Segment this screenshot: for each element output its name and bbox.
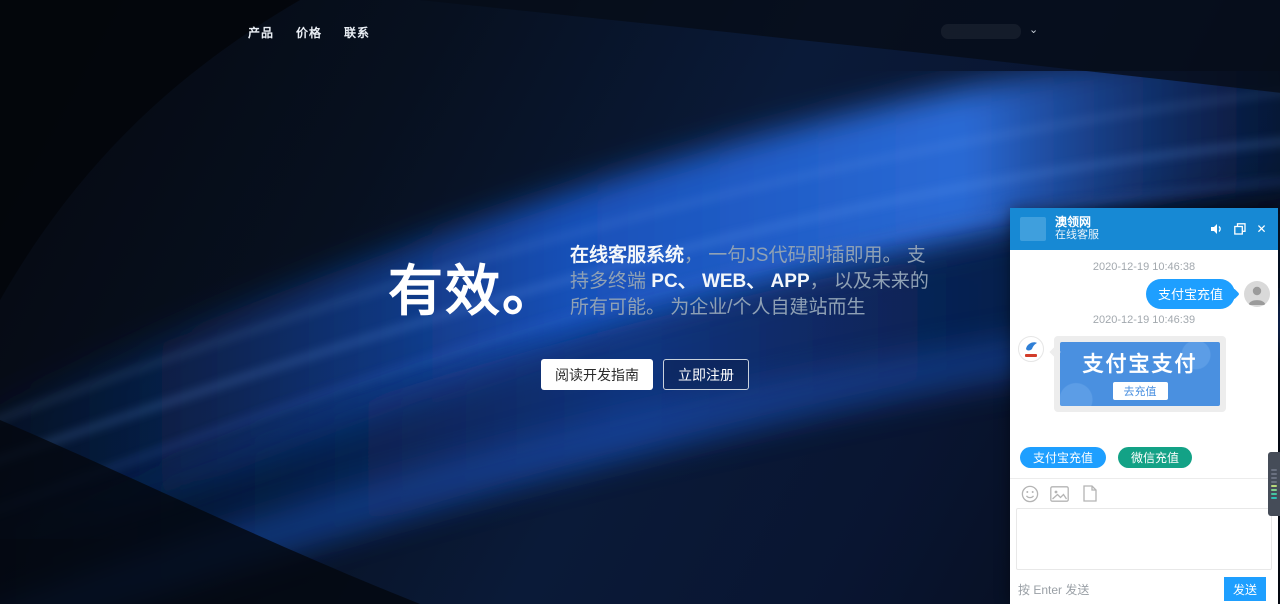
account-menu[interactable]: ⌄ — [941, 24, 1038, 39]
chat-site-name: 澳领网 — [1055, 216, 1211, 229]
chat-header: 澳领网 在线客服 ✕ — [1010, 208, 1278, 250]
hero-description: 在线客服系统， 一句JS代码即插即用。 支持多终端 PC、 WEB、 APP， … — [570, 243, 944, 321]
hero-desc-tail: 为企业/个人自建站而生 — [670, 297, 865, 318]
file-icon[interactable] — [1080, 484, 1099, 503]
chat-brand-logo — [1020, 217, 1046, 241]
nav-item-contact[interactable]: 联系 — [344, 24, 370, 41]
alipay-banner-image[interactable]: 支付宝支付 去充值 — [1060, 342, 1220, 406]
message-input[interactable] — [1016, 508, 1272, 570]
chat-message-area: 2020-12-19 10:46:38 支付宝充值 2020-12-19 10:… — [1010, 250, 1278, 478]
chat-widget: 澳领网 在线客服 ✕ 2020-12-19 10:46:38 支付宝充值 — [1010, 208, 1278, 604]
chat-subtitle: 在线客服 — [1055, 229, 1211, 242]
agent-message-row: 支付宝支付 去充值 — [1016, 336, 1272, 412]
visitor-message-bubble: 支付宝充值 — [1146, 279, 1235, 309]
alipay-banner-title: 支付宝支付 — [1083, 348, 1198, 378]
composer-footer: 按 Enter 发送 发送 — [1010, 575, 1278, 604]
image-icon[interactable] — [1050, 484, 1069, 503]
go-recharge-button[interactable]: 去充值 — [1113, 382, 1168, 400]
quick-reply-row: 支付宝充值 微信充值 — [1016, 447, 1272, 474]
close-icon[interactable]: ✕ — [1255, 223, 1268, 236]
read-dev-guide-button[interactable]: 阅读开发指南 — [541, 359, 653, 390]
payment-card-message: 支付宝支付 去充值 — [1054, 336, 1226, 412]
message-timestamp: 2020-12-19 10:46:38 — [1016, 261, 1272, 273]
brand-logo-icon — [1018, 336, 1044, 362]
landing-page: 产品 价格 联系 ⌄ 有效。 在线客服系统， 一句JS代码即插即用。 支持多终端… — [0, 0, 1280, 604]
hero-buttons: 阅读开发指南 立即注册 — [541, 359, 749, 390]
composer-input-wrap — [1010, 506, 1278, 575]
hero-desc-platforms: PC、 WEB、 APP — [651, 271, 809, 292]
brand-logo-text — [1025, 354, 1037, 357]
volume-icon[interactable] — [1211, 223, 1224, 236]
chat-window-buttons: ✕ — [1211, 223, 1268, 236]
message-timestamp: 2020-12-19 10:46:39 — [1016, 314, 1272, 326]
side-dock-tab[interactable] — [1268, 452, 1280, 516]
enter-to-send-hint: 按 Enter 发送 — [1018, 581, 1089, 598]
quick-reply-wechat-button[interactable]: 微信充值 — [1118, 447, 1192, 468]
emoji-icon[interactable] — [1020, 484, 1039, 503]
restore-window-icon[interactable] — [1233, 223, 1246, 236]
quick-reply-alipay-button[interactable]: 支付宝充值 — [1020, 447, 1106, 468]
hero-desc-lead: 在线客服系统 — [570, 245, 684, 266]
nav-item-products[interactable]: 产品 — [248, 24, 274, 41]
chevron-down-icon: ⌄ — [1029, 25, 1038, 35]
composer-toolbar — [1010, 478, 1278, 506]
visitor-message-row: 支付宝充值 — [1016, 279, 1272, 309]
chat-titles: 澳领网 在线客服 — [1055, 216, 1211, 242]
top-nav: 产品 价格 联系 — [248, 24, 370, 41]
nav-item-pricing[interactable]: 价格 — [296, 24, 322, 41]
send-button[interactable]: 发送 — [1224, 577, 1266, 601]
person-avatar-icon — [1244, 281, 1270, 307]
account-name-redacted — [941, 24, 1021, 39]
register-now-button[interactable]: 立即注册 — [663, 359, 749, 390]
hero-title: 有效。 — [388, 246, 559, 326]
